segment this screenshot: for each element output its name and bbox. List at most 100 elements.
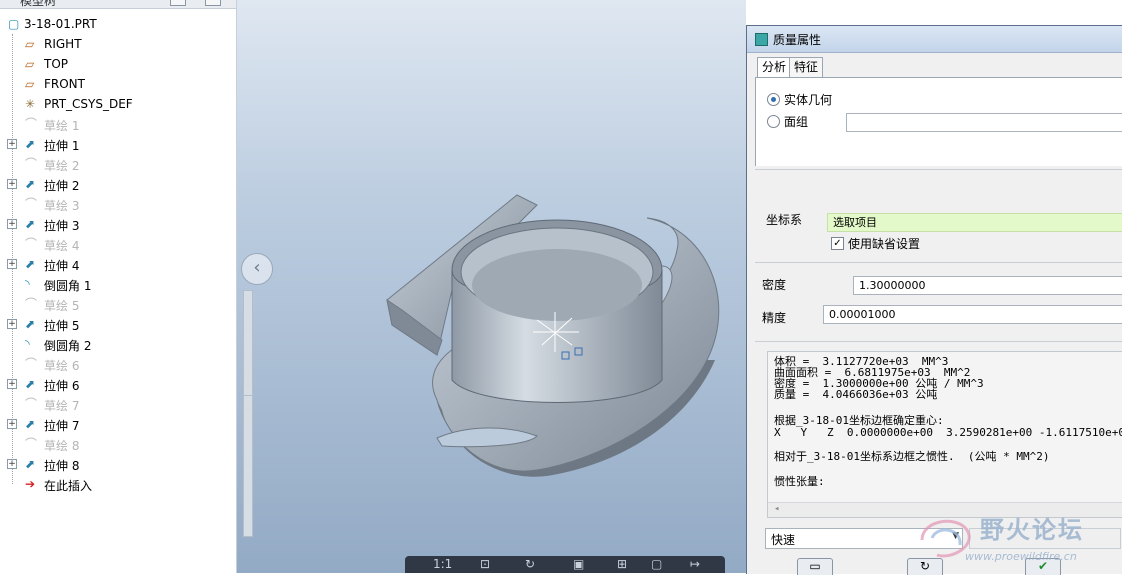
tree-item-label: 拉伸 2 xyxy=(44,179,80,193)
solid-geometry-label: 实体几何 xyxy=(784,93,833,107)
tab-analysis[interactable]: 分析 xyxy=(757,57,792,78)
tree-filter-button[interactable] xyxy=(205,0,221,6)
expand-toggle-icon[interactable]: + xyxy=(7,219,17,229)
tree-item-label: 3-18-01.PRT xyxy=(24,17,97,31)
sketch-icon: ⌒ xyxy=(25,297,38,311)
results-text-area[interactable]: 体积 = 3.1127720e+03 MM^3 曲面面积 = 6.6811975… xyxy=(767,351,1122,518)
scroll-left-icon[interactable]: ◂ xyxy=(774,503,779,515)
dialog-title: 质量属性 xyxy=(773,33,822,47)
extrude-icon: ⬈ xyxy=(25,137,36,151)
extrude-icon: ⬈ xyxy=(25,377,36,391)
tree-item-label: FRONT xyxy=(44,77,85,91)
tree-settings-button[interactable] xyxy=(170,0,186,6)
tree-item[interactable]: ◝ 倒圆角 2 xyxy=(0,334,236,354)
tree-item-label: TOP xyxy=(44,57,69,71)
expand-toggle-icon[interactable]: + xyxy=(7,319,17,329)
sketch-icon: ⌒ xyxy=(25,197,38,211)
tree-item[interactable]: ⌒ 草绘 7 xyxy=(0,394,236,414)
tree-item[interactable]: ✳ PRT_CSYS_DEF xyxy=(0,94,236,114)
sketch-icon: ⌒ xyxy=(25,437,38,451)
datum-plane-icon: ▱ xyxy=(25,57,35,71)
tree-item-label: RIGHT xyxy=(44,37,82,51)
tree-item[interactable]: ▱ FRONT xyxy=(0,74,236,94)
spin-center-icon[interactable]: ↦ xyxy=(690,557,700,571)
coordinate-system-icon: ✳ xyxy=(25,97,36,111)
tree-item[interactable]: + ⬈ 拉伸 8 xyxy=(0,454,236,474)
tree-item-label: 在此插入 xyxy=(44,479,93,493)
display-style-icon[interactable]: ▢ xyxy=(651,557,662,571)
expand-toggle-icon[interactable]: + xyxy=(7,419,17,429)
tree-item[interactable]: ▢ 3-18-01.PRT xyxy=(0,14,236,34)
tree-item[interactable]: + ⬈ 拉伸 1 xyxy=(0,134,236,154)
tree-item[interactable]: + ⬈ 拉伸 6 xyxy=(0,374,236,394)
model-tree-panel: 模型树 ▢ 3-18-01.PRT ▱ RIGHT ▱ TOP ▱ FRONT ✳ PRT_CSY… xyxy=(0,0,237,573)
tree-item[interactable]: ⌒ 草绘 5 xyxy=(0,294,236,314)
model-tree-header: 模型树 xyxy=(0,0,236,9)
tab-feature[interactable]: 特征 xyxy=(789,57,824,78)
tree-item[interactable]: + ⬈ 拉伸 3 xyxy=(0,214,236,234)
tree-item[interactable]: ➔ 在此插入 xyxy=(0,474,236,494)
tree-item-label: 草绘 8 xyxy=(44,439,80,453)
extrude-icon: ⬈ xyxy=(25,257,36,271)
expand-toggle-icon[interactable]: + xyxy=(7,379,17,389)
graphics-viewport[interactable]: ‹ xyxy=(237,0,746,573)
solid-geometry-radio[interactable] xyxy=(767,93,780,106)
tree-item[interactable]: ▱ TOP xyxy=(0,54,236,74)
density-input[interactable]: 1.30000000 xyxy=(853,276,1122,295)
tree-item[interactable]: ▱ RIGHT xyxy=(0,34,236,54)
round-icon: ◝ xyxy=(25,337,30,351)
extrude-icon: ⬈ xyxy=(25,177,36,191)
expand-toggle-icon[interactable]: + xyxy=(7,459,17,469)
calculation-mode-value: 快速 xyxy=(771,533,796,547)
quilt-input[interactable] xyxy=(846,113,1122,132)
tree-item-label: 草绘 5 xyxy=(44,299,80,313)
tree-item[interactable]: + ⬈ 拉伸 4 xyxy=(0,254,236,274)
save-analysis-button[interactable]: ▭ xyxy=(797,558,833,575)
tree-item[interactable]: ⌒ 草绘 8 xyxy=(0,434,236,454)
divider xyxy=(755,262,1122,263)
tree-item[interactable]: + ⬈ 拉伸 7 xyxy=(0,414,236,434)
tree-item[interactable]: ⌒ 草绘 3 xyxy=(0,194,236,214)
tree-item-label: 拉伸 6 xyxy=(44,379,80,393)
repaint-icon[interactable]: ↻ xyxy=(525,557,535,571)
tree-item-label: 草绘 2 xyxy=(44,159,80,173)
accuracy-input[interactable]: 0.00001000 xyxy=(823,305,1122,324)
panel-splitter-lower[interactable] xyxy=(243,395,253,537)
tree-item[interactable]: ◝ 倒圆角 1 xyxy=(0,274,236,294)
dialog-title-bar[interactable]: 质量属性 xyxy=(747,26,1122,53)
expand-toggle-icon[interactable]: + xyxy=(7,179,17,189)
sketch-icon: ⌒ xyxy=(25,397,38,411)
expand-toggle-icon[interactable]: + xyxy=(7,259,17,269)
expand-toggle-icon[interactable]: + xyxy=(7,139,17,149)
extrude-icon: ⬈ xyxy=(25,457,36,471)
tree-item[interactable]: ⌒ 草绘 1 xyxy=(0,114,236,134)
dialog-app-icon xyxy=(755,33,768,46)
datum-plane-icon: ▱ xyxy=(25,37,35,51)
csys-collector[interactable]: 选取项目 xyxy=(827,213,1122,232)
use-default-checkbox[interactable]: ✓ xyxy=(831,237,844,250)
result-inertia-tensor-label: 惯性张量: xyxy=(774,475,825,488)
tree-item[interactable]: + ⬈ 拉伸 5 xyxy=(0,314,236,334)
tree-item-label: 草绘 4 xyxy=(44,239,80,253)
tree-item-label: 拉伸 4 xyxy=(44,259,80,273)
tree-item-label: PRT_CSYS_DEF xyxy=(44,97,133,111)
result-inertia-title: 相对于_3-18-01坐标系边框之惯性. (公吨 * MM^2) xyxy=(774,450,1050,463)
analysis-tab-panel: 实体几何 面组 xyxy=(755,77,1122,166)
zoom-in-icon[interactable]: ⊞ xyxy=(617,557,627,571)
sketch-icon: ⌒ xyxy=(25,237,38,251)
extrude-icon: ⬈ xyxy=(25,317,36,331)
tree-item-label: 草绘 1 xyxy=(44,119,80,133)
tree-item-label: 倒圆角 2 xyxy=(44,339,92,353)
quilt-radio[interactable] xyxy=(767,115,780,128)
tree-item-label: 草绘 6 xyxy=(44,359,80,373)
tree-item-label: 倒圆角 1 xyxy=(44,279,92,293)
tree-item[interactable]: ⌒ 草绘 2 xyxy=(0,154,236,174)
saved-views-icon[interactable]: ▣ xyxy=(573,557,584,571)
refit-icon[interactable]: ⊡ xyxy=(480,557,490,571)
tree-item[interactable]: ⌒ 草绘 4 xyxy=(0,234,236,254)
tree-item-label: 拉伸 7 xyxy=(44,419,80,433)
panel-splitter[interactable] xyxy=(243,290,253,402)
tree-item[interactable]: ⌒ 草绘 6 xyxy=(0,354,236,374)
part-model-3d[interactable] xyxy=(237,0,746,573)
tree-item[interactable]: + ⬈ 拉伸 2 xyxy=(0,174,236,194)
